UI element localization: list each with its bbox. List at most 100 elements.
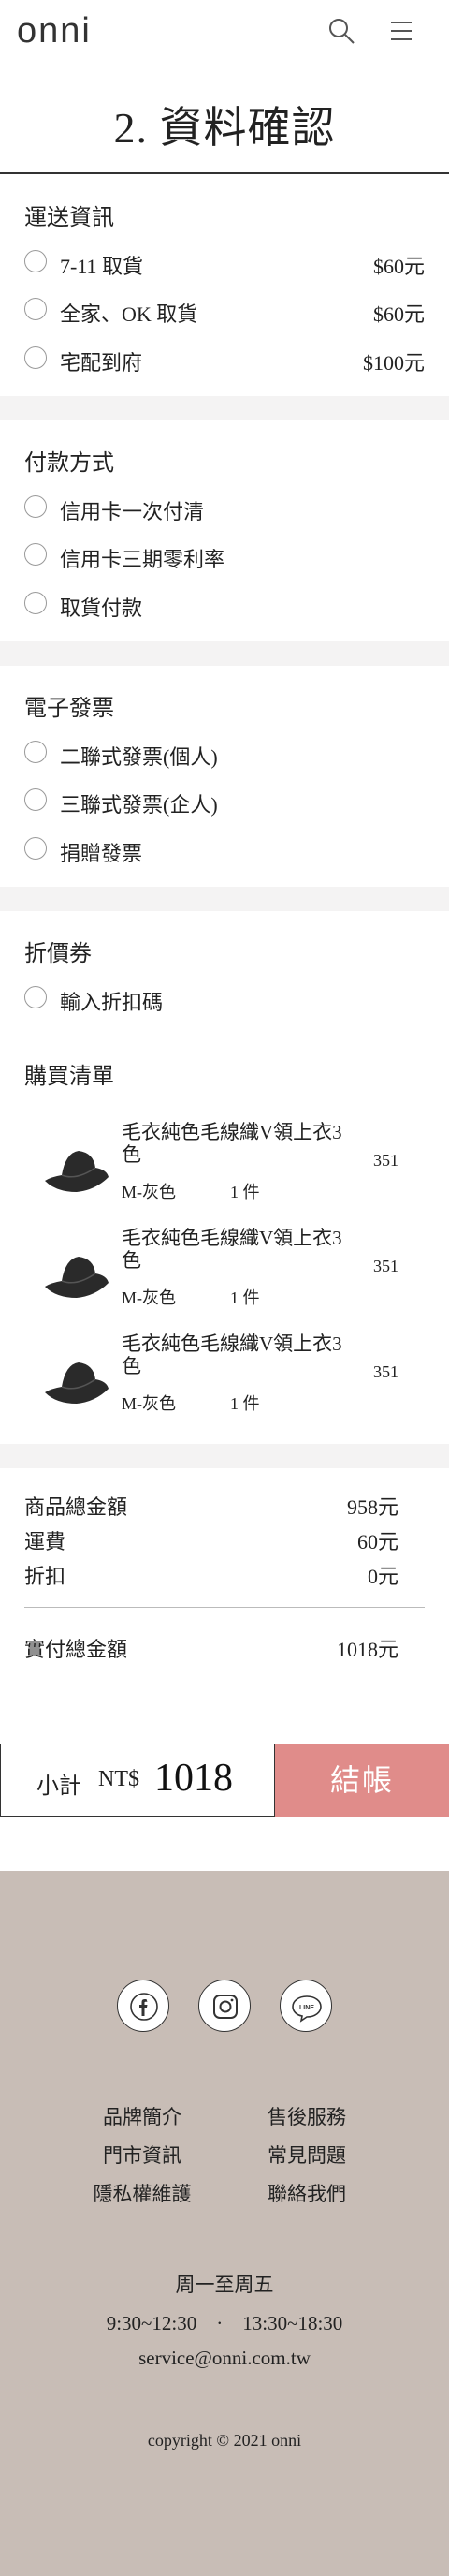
search-icon[interactable] [327, 17, 355, 45]
section-divider [0, 887, 449, 911]
product-price: 351 [373, 1257, 398, 1275]
site-header: onni [0, 0, 449, 67]
copyright: copyright © 2021 onni [147, 2431, 302, 2450]
payment-title: 付款方式 [24, 451, 114, 476]
radio-button[interactable] [24, 788, 47, 811]
summary-label: 運費 [24, 1530, 66, 1553]
radio-button[interactable] [24, 543, 47, 566]
summary-divider [24, 1607, 425, 1608]
option-label: 信用卡三期零利率 [60, 548, 225, 571]
summary-value: 0元 [367, 1565, 398, 1588]
product-price: 351 [373, 1151, 398, 1170]
divider [0, 172, 449, 174]
summary-label: 折扣 [24, 1565, 66, 1588]
product-image [39, 1140, 114, 1196]
option-label: 輸入折扣碼 [60, 991, 164, 1014]
coupon-title: 折價券 [24, 942, 92, 966]
cart-item[interactable]: 毛衣純色毛線織V領上衣3色 M-灰色 1 件 351 [0, 1332, 449, 1426]
line-icon[interactable]: LINE [280, 1980, 332, 2032]
cart-item[interactable]: 毛衣純色毛線織V領上衣3色 M-灰色 1 件 351 [0, 1121, 449, 1214]
summary-value: 958元 [346, 1495, 398, 1519]
product-spec: M-灰色 [122, 1394, 176, 1413]
footer-link-privacy[interactable]: 隱私權維護 [77, 2179, 208, 2207]
invoice-option[interactable]: 三聯式發票(企人) [24, 787, 425, 817]
product-image [39, 1245, 114, 1302]
summary-label: 實付總金額 [24, 1638, 128, 1661]
option-price: $100元 [362, 351, 425, 375]
checkout-bar: 小計 NT$ 1018 結帳 [0, 1744, 449, 1817]
coupon-option[interactable]: 輸入折扣碼 [24, 984, 425, 1014]
cart-title: 購買清單 [24, 1065, 114, 1089]
payment-option[interactable]: 取貨付款 [24, 590, 425, 620]
instagram-icon[interactable] [198, 1980, 251, 2032]
footer-link-service[interactable]: 售後服務 [241, 2102, 372, 2130]
footer-link-faq[interactable]: 常見問題 [241, 2141, 372, 2169]
product-image [39, 1351, 114, 1407]
section-divider [0, 396, 449, 420]
product-name: 毛衣純色毛線織V領上衣3色 [122, 1332, 342, 1377]
option-label: 三聯式發票(企人) [60, 793, 218, 817]
invoice-title: 電子發票 [24, 697, 114, 721]
business-hours: 9:30~12:30 · 13:30~18:30 [106, 2312, 343, 2334]
product-qty: 1 件 [230, 1394, 260, 1413]
contact-email[interactable]: service@onni.com.tw [0, 2347, 449, 2370]
product-spec: M-灰色 [122, 1288, 176, 1307]
product-name: 毛衣純色毛線織V領上衣3色 [122, 1121, 342, 1166]
page-title: 2. 資料確認 [113, 104, 336, 152]
option-label: 二聯式發票(個人) [60, 745, 218, 769]
summary-label: 商品總金額 [24, 1495, 128, 1519]
section-divider [0, 641, 449, 666]
option-label: 宅配到府 [60, 351, 143, 375]
summary-value: 1018元 [336, 1638, 398, 1661]
product-name: 毛衣純色毛線織V領上衣3色 [122, 1227, 342, 1272]
svg-text:LINE: LINE [299, 2005, 314, 2011]
summary-total: 實付總金額 1018元 [24, 1633, 398, 1661]
shipping-title: 運送資訊 [24, 206, 114, 230]
summary-value: 60元 [356, 1530, 398, 1553]
option-label: 7-11 取貨 [60, 255, 144, 278]
option-label: 信用卡一次付清 [60, 500, 205, 523]
option-label: 全家、OK 取貨 [60, 302, 198, 326]
cart-item[interactable]: 毛衣純色毛線織V領上衣3色 M-灰色 1 件 351 [0, 1227, 449, 1320]
radio-button[interactable] [24, 250, 47, 272]
subtotal-label: 小計 [36, 1774, 81, 1799]
summary-goods: 商品總金額 958元 [24, 1491, 398, 1519]
payment-option[interactable]: 信用卡一次付清 [24, 493, 425, 523]
summary-shipping: 運費 60元 [24, 1525, 398, 1553]
radio-button[interactable] [24, 741, 47, 763]
footer-link-stores[interactable]: 門市資訊 [77, 2141, 208, 2169]
shipping-option[interactable]: 全家、OK 取貨 $60元 [24, 296, 425, 326]
product-spec: M-灰色 [122, 1183, 176, 1201]
product-price: 351 [373, 1362, 398, 1381]
payment-option[interactable]: 信用卡三期零利率 [24, 541, 425, 571]
shipping-option[interactable]: 7-11 取貨 $60元 [24, 248, 425, 278]
radio-button[interactable] [24, 837, 47, 860]
currency-label: NT$ [98, 1767, 139, 1791]
radio-button[interactable] [24, 298, 47, 320]
product-qty: 1 件 [230, 1288, 260, 1307]
menu-icon[interactable] [387, 17, 415, 45]
radio-button[interactable] [24, 346, 47, 369]
option-label: 捐贈發票 [60, 842, 143, 865]
section-divider [0, 1444, 449, 1468]
facebook-icon[interactable] [117, 1980, 169, 2032]
logo[interactable]: onni [17, 11, 92, 52]
option-label: 取貨付款 [60, 596, 143, 620]
invoice-option[interactable]: 捐贈發票 [24, 835, 425, 865]
footer-link-brand[interactable]: 品牌簡介 [77, 2102, 208, 2130]
option-price: $60元 [372, 255, 425, 278]
shipping-option[interactable]: 宅配到府 $100元 [24, 345, 425, 375]
business-days: 周一至周五 [175, 2274, 274, 2296]
radio-button[interactable] [24, 986, 47, 1008]
summary-discount: 折扣 0元 [24, 1560, 398, 1588]
footer-link-contact[interactable]: 聯絡我們 [241, 2179, 372, 2207]
radio-button[interactable] [24, 592, 47, 614]
checkout-button[interactable]: 結帳 [275, 1744, 449, 1817]
invoice-option[interactable]: 二聯式發票(個人) [24, 739, 425, 769]
radio-button[interactable] [24, 495, 47, 518]
option-price: $60元 [372, 302, 425, 326]
site-footer: LINE 品牌簡介 售後服務 門市資訊 常見問題 隱私權維護 聯絡我們 周一至周… [0, 1871, 449, 2576]
subtotal-box: 小計 NT$ 1018 [0, 1744, 275, 1817]
product-qty: 1 件 [230, 1183, 260, 1201]
subtotal-value: 1018 [154, 1757, 233, 1800]
